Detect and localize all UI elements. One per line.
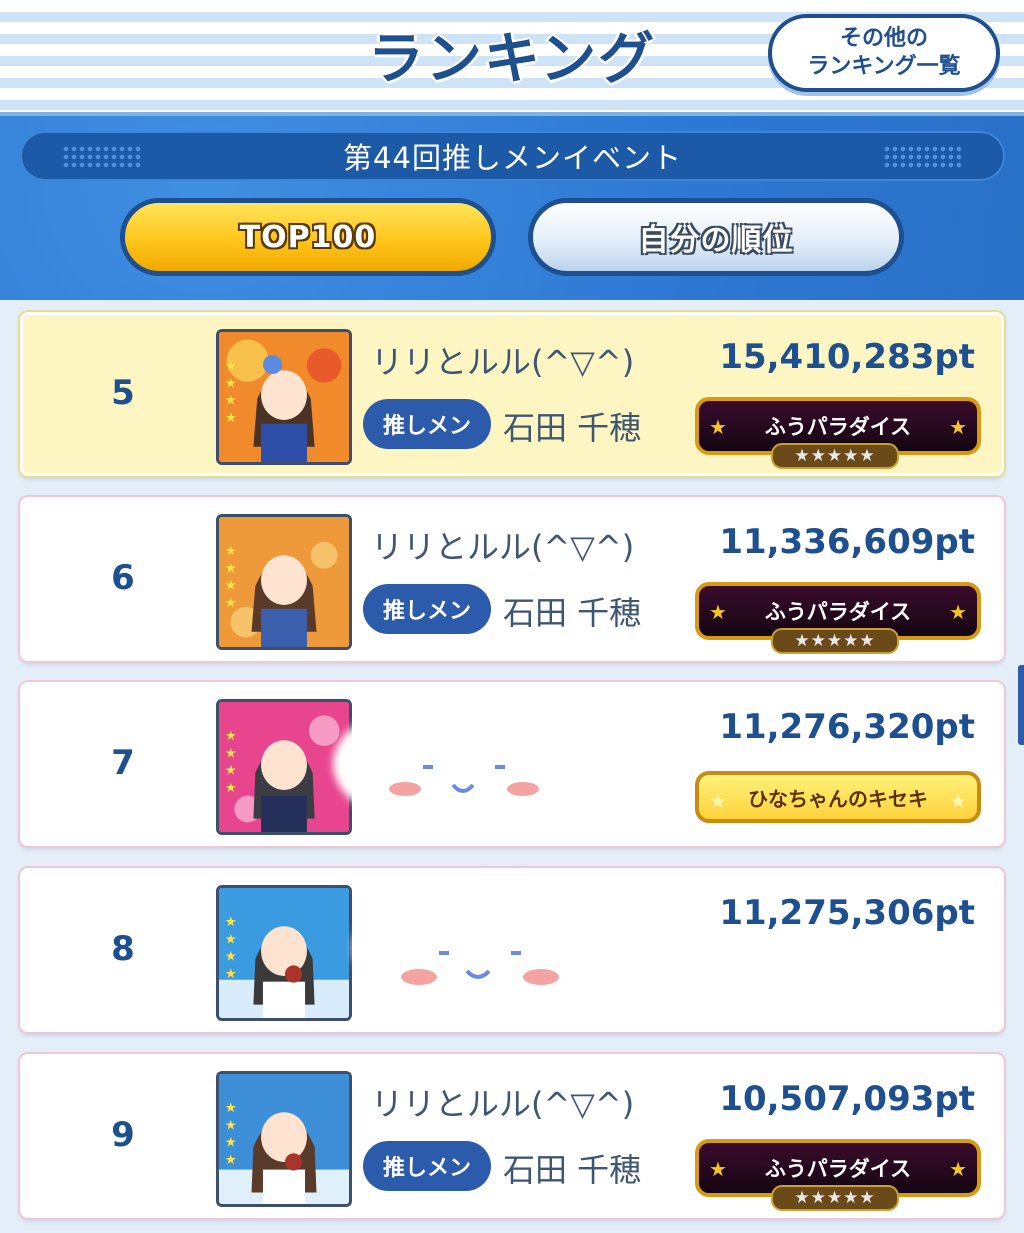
redaction-face-icon — [389, 765, 539, 796]
player-name: リリとルル(^▽^) — [371, 343, 635, 381]
title-badge: ★ ふうパラダイス ★ ★★★★★ — [695, 397, 981, 469]
star-icon: ★ — [709, 789, 727, 813]
oshimen-badge: 推しメン — [363, 1141, 491, 1191]
star-icon: ★ — [949, 1157, 967, 1181]
svg-text:★: ★ — [225, 596, 237, 611]
points: 15,410,283pt — [719, 337, 975, 377]
star-icon: ★ — [709, 600, 727, 624]
svg-text:★: ★ — [225, 376, 237, 391]
player-name: リリとルル(^▽^) — [371, 528, 635, 566]
avatar: ★ ★ ★ ★ — [216, 885, 352, 1021]
title-stars: ★★★★★ — [771, 628, 899, 654]
title-stars: ★★★★★ — [771, 1185, 899, 1211]
avatar: ★ ★ ★ ★ — [216, 329, 352, 465]
svg-text:★: ★ — [225, 967, 237, 982]
ranking-row[interactable]: 7 ★ ★ ★ ★ 11,276,320pt ★ ひなちゃんのキセキ ★ — [20, 682, 1004, 846]
star-icon: ★ — [709, 415, 727, 439]
ranking-row[interactable]: 8 ★ ★ ★ ★ 11,275,306pt — [20, 868, 1004, 1032]
title-badge: ★ ふうパラダイス ★ ★★★★★ — [695, 582, 981, 654]
decorative-dots — [883, 145, 963, 169]
star-icon: ★ — [949, 789, 967, 813]
svg-text:★: ★ — [225, 1136, 237, 1151]
ranking-row[interactable]: 6 ★ ★ ★ ★ リリとルル(^▽^) 推しメン 石田 千穂 11,336,609p… — [20, 497, 1004, 661]
points: 10,507,093pt — [719, 1079, 975, 1119]
ranking-row[interactable]: 9 ★ ★ ★ ★ リリとルル(^▽^) 推しメン 石田 千穂 10,507,093p… — [20, 1054, 1004, 1218]
title-badge: ★ ふうパラダイス ★ ★★★★★ — [695, 1139, 981, 1211]
event-title-bar: 第44回推しメンイベント — [20, 131, 1005, 181]
title-label: ひなちゃんのキセキ — [748, 786, 928, 811]
rank-number: 5 — [111, 373, 135, 413]
rank-number: 6 — [111, 558, 135, 598]
title-label: ふうパラダイス — [764, 415, 912, 439]
points: 11,275,306pt — [719, 893, 975, 933]
ranking-row[interactable]: 5 ★ ★ ★ ★ リリとルル(^▽^) 推しメン 石田 千穂 15,410,283p… — [20, 312, 1004, 476]
title-label: ふうパラダイス — [764, 600, 912, 624]
svg-text:★: ★ — [225, 932, 237, 947]
avatar-illustration: ★ ★ ★ ★ — [219, 517, 349, 647]
star-icon: ★ — [949, 415, 967, 439]
tab-my-rank[interactable]: 自分の順位 — [528, 198, 904, 276]
svg-text:★: ★ — [225, 1101, 237, 1116]
points: 11,336,609pt — [719, 522, 975, 562]
other-rankings-button[interactable]: その他の ランキング一覧 — [768, 14, 1000, 92]
avatar-illustration: ★ ★ ★ ★ — [219, 1074, 349, 1204]
svg-text:★: ★ — [225, 561, 237, 576]
redaction-face-icon — [401, 951, 559, 985]
ranking-list: 5 ★ ★ ★ ★ リリとルル(^▽^) 推しメン 石田 千穂 15,410,283p… — [0, 300, 1024, 1233]
svg-text:★: ★ — [225, 411, 237, 426]
member-name: 石田 千穂 — [503, 594, 642, 632]
decorative-dots — [62, 145, 142, 169]
svg-text:★: ★ — [225, 579, 237, 594]
svg-text:★: ★ — [225, 781, 237, 796]
oshimen-badge: 推しメン — [363, 399, 491, 449]
player-name: リリとルル(^▽^) — [371, 1085, 635, 1123]
rank-number: 7 — [111, 743, 135, 783]
avatar: ★ ★ ★ ★ — [216, 699, 352, 835]
svg-text:★: ★ — [225, 915, 237, 930]
star-icon: ★ — [949, 600, 967, 624]
title-badge: ★ ひなちゃんのキセキ ★ — [695, 771, 981, 823]
star-icon: ★ — [709, 1157, 727, 1181]
scrollbar[interactable] — [1018, 665, 1024, 745]
svg-text:★: ★ — [225, 1153, 237, 1168]
avatar-illustration: ★ ★ ★ ★ — [219, 332, 349, 462]
rank-number: 9 — [111, 1115, 135, 1155]
member-name: 石田 千穂 — [503, 1151, 642, 1189]
tab-top100[interactable]: TOP100 — [120, 198, 496, 276]
svg-text:★: ★ — [225, 1118, 237, 1133]
svg-text:★: ★ — [225, 950, 237, 965]
title-label: ふうパラダイス — [764, 1157, 912, 1181]
oshimen-badge: 推しメン — [363, 584, 491, 634]
svg-text:★: ★ — [225, 729, 237, 744]
svg-text:★: ★ — [225, 359, 237, 374]
svg-text:★: ★ — [225, 764, 237, 779]
avatar-illustration: ★ ★ ★ ★ — [219, 702, 349, 832]
svg-text:★: ★ — [225, 394, 237, 409]
member-name: 石田 千穂 — [503, 409, 642, 447]
avatar-illustration: ★ ★ ★ ★ — [219, 888, 349, 1018]
event-name: 第44回推しメンイベント — [343, 141, 682, 175]
avatar: ★ ★ ★ ★ — [216, 514, 352, 650]
points: 11,276,320pt — [719, 707, 975, 747]
svg-text:★: ★ — [225, 746, 237, 761]
title-stars: ★★★★★ — [771, 443, 899, 469]
svg-text:★: ★ — [225, 544, 237, 559]
rank-number: 8 — [111, 929, 135, 969]
header-bar: ランキング その他の ランキング一覧 — [0, 0, 1024, 116]
avatar: ★ ★ ★ ★ — [216, 1071, 352, 1207]
